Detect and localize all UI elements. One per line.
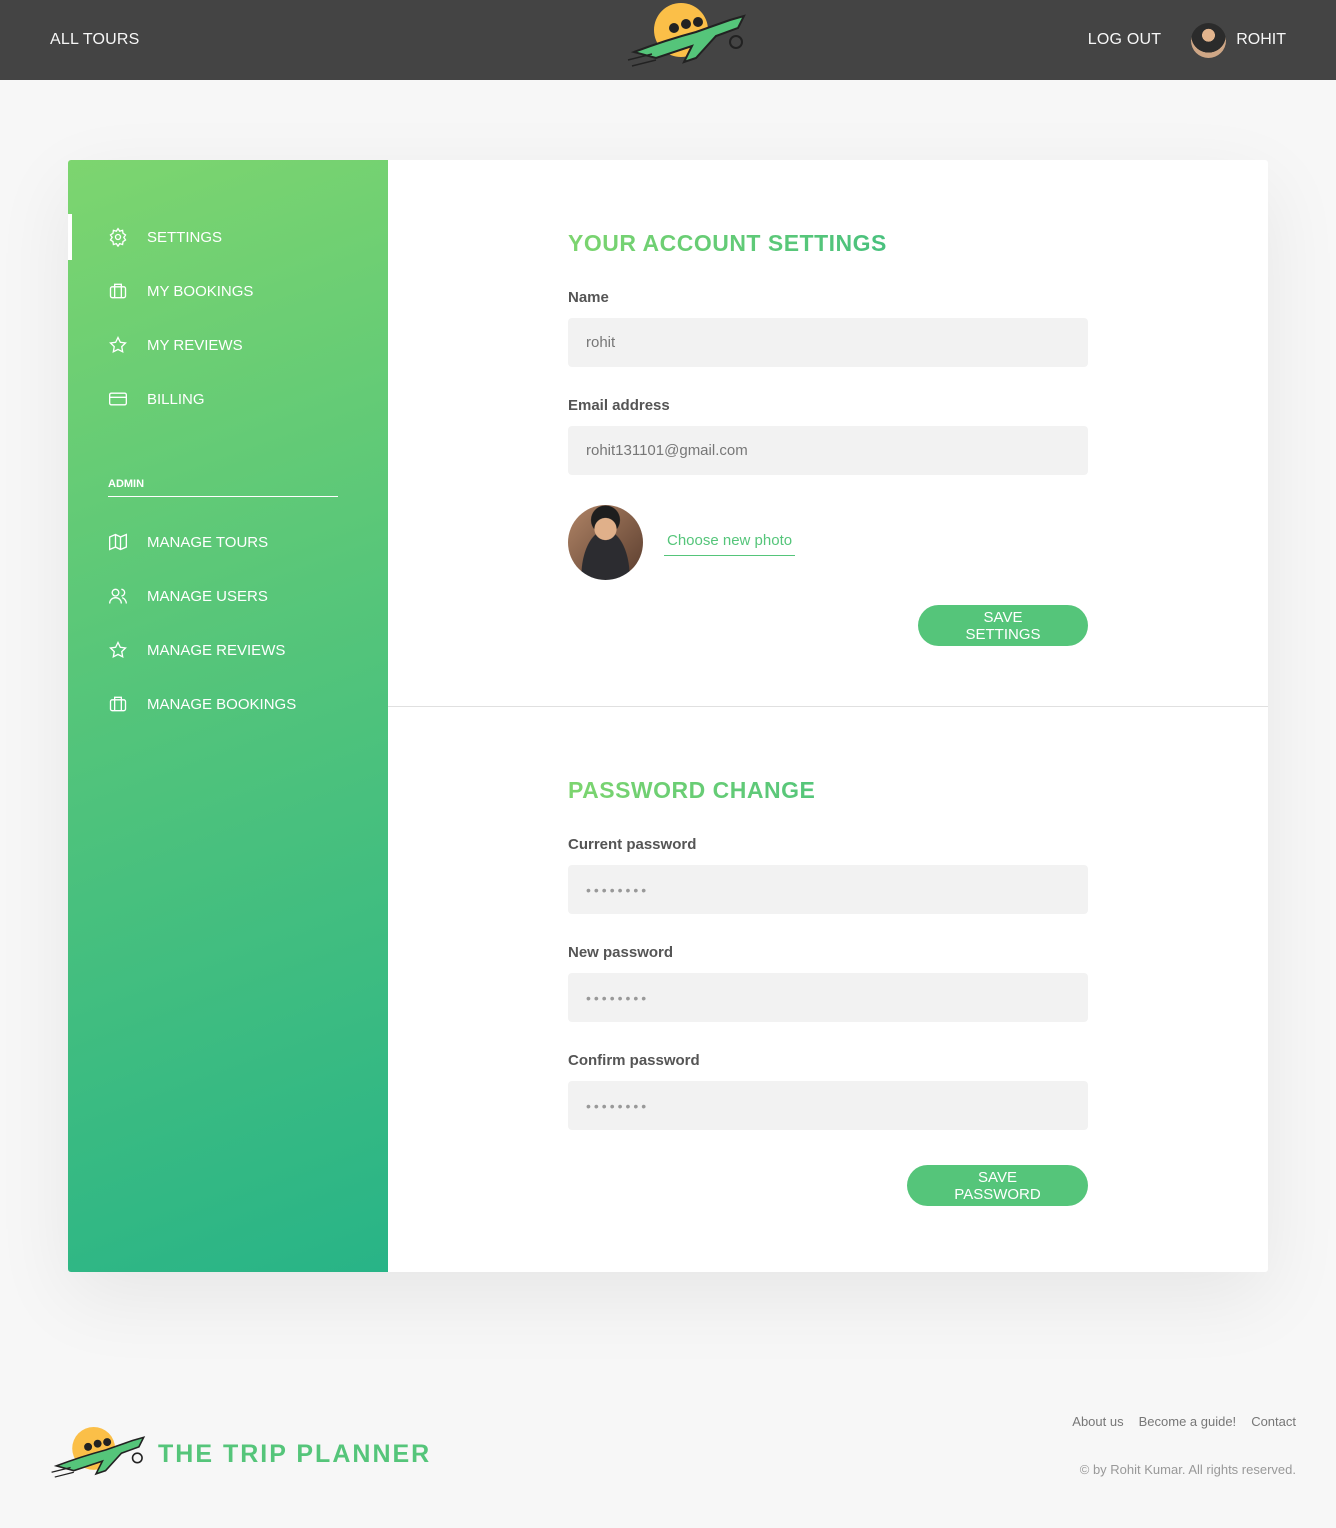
email-input[interactable]: rohit131101@gmail.com [568,426,1088,475]
sidebar-item-my-bookings[interactable]: MY BOOKINGS [68,264,388,318]
name-input[interactable]: rohit [568,318,1088,367]
sidebar-item-label: SETTINGS [147,228,223,246]
password-mask: •••••••• [586,881,650,898]
sidebar-item-label: MY BOOKINGS [147,282,254,300]
sidebar-item-label: MANAGE BOOKINGS [147,695,297,713]
sidebar-item-label: MANAGE USERS [147,587,268,605]
account-content: YOUR ACCOUNT SETTINGS Name rohit Email a… [388,160,1268,1272]
log-out-link[interactable]: LOG OUT [1088,31,1161,49]
star-icon [108,335,128,355]
copyright-text: © by Rohit Kumar. All rights reserved. [1079,1462,1296,1477]
account-settings-section: YOUR ACCOUNT SETTINGS Name rohit Email a… [388,160,1268,706]
footer-link-contact[interactable]: Contact [1251,1414,1296,1429]
footer-link-become-guide[interactable]: Become a guide! [1139,1414,1237,1429]
header-right: LOG OUT ROHIT [1088,22,1286,58]
new-password-input[interactable]: •••••••• [568,973,1088,1022]
email-label: Email address [568,397,670,414]
user-avatar [1191,22,1227,58]
briefcase-icon [108,694,128,714]
settings-icon [108,227,128,247]
footer-nav: About us Become a guide! Contact [1072,1414,1296,1429]
sidebar-item-label: BILLING [147,390,205,408]
admin-nav: ADMIN MANAGE TOURS MANAGE USERS MANAGE R… [68,478,388,731]
password-change-title: PASSWORD CHANGE [568,777,1088,804]
footer-link-about[interactable]: About us [1072,1414,1123,1429]
account-settings-title: YOUR ACCOUNT SETTINGS [568,230,1088,257]
sidebar-item-manage-reviews[interactable]: MANAGE REVIEWS [68,623,388,677]
new-password-label: New password [568,944,674,961]
current-password-input[interactable]: •••••••• [568,865,1088,914]
sidebar-item-manage-bookings[interactable]: MANAGE BOOKINGS [68,677,388,731]
sidebar-item-manage-users[interactable]: MANAGE USERS [68,569,388,623]
user-photo [568,505,643,580]
sidebar-item-label: MY REVIEWS [147,336,243,354]
sidebar-item-label: MANAGE REVIEWS [147,641,286,659]
settings-button-row: SAVE SETTINGS [568,605,1088,646]
confirm-password-label: Confirm password [568,1052,700,1069]
users-icon [108,586,128,606]
choose-photo-link[interactable]: Choose new photo [664,529,796,556]
save-password-button[interactable]: SAVE PASSWORD [907,1165,1088,1206]
plane-logo-icon[interactable] [626,2,752,72]
photo-upload-row: Choose new photo [568,505,1088,580]
password-mask: •••••••• [586,989,650,1006]
admin-heading: ADMIN [108,478,338,497]
password-mask: •••••••• [586,1097,650,1114]
all-tours-link[interactable]: ALL TOURS [50,31,140,49]
star-icon [108,640,128,660]
sidebar-item-my-reviews[interactable]: MY REVIEWS [68,318,388,372]
name-label: Name [568,289,609,306]
account-card: SETTINGS MY BOOKINGS MY REVIEWS BILLING … [68,160,1268,1272]
user-name: ROHIT [1236,31,1286,48]
footer-logo: THE TRIP PLANNER [50,1424,431,1484]
sidebar-item-settings[interactable]: SETTINGS [68,210,388,264]
plane-logo-icon [51,1427,146,1478]
map-icon [108,532,128,552]
briefcase-icon [108,281,128,301]
sidebar-item-billing[interactable]: BILLING [68,372,388,426]
save-settings-button[interactable]: SAVE SETTINGS [918,605,1088,646]
sidebar-item-label: MANAGE TOURS [147,533,269,551]
confirm-password-input[interactable]: •••••••• [568,1081,1088,1130]
credit-card-icon [108,389,128,409]
footer-brand: THE TRIP PLANNER [158,1439,432,1468]
account-sidebar: SETTINGS MY BOOKINGS MY REVIEWS BILLING … [68,160,388,1272]
password-change-section: PASSWORD CHANGE Current password •••••••… [388,706,1268,1266]
current-password-label: Current password [568,836,697,853]
user-profile-link[interactable]: ROHIT [1191,22,1286,58]
password-button-row: SAVE PASSWORD [568,1160,1088,1206]
sidebar-item-manage-tours[interactable]: MANAGE TOURS [68,515,388,569]
